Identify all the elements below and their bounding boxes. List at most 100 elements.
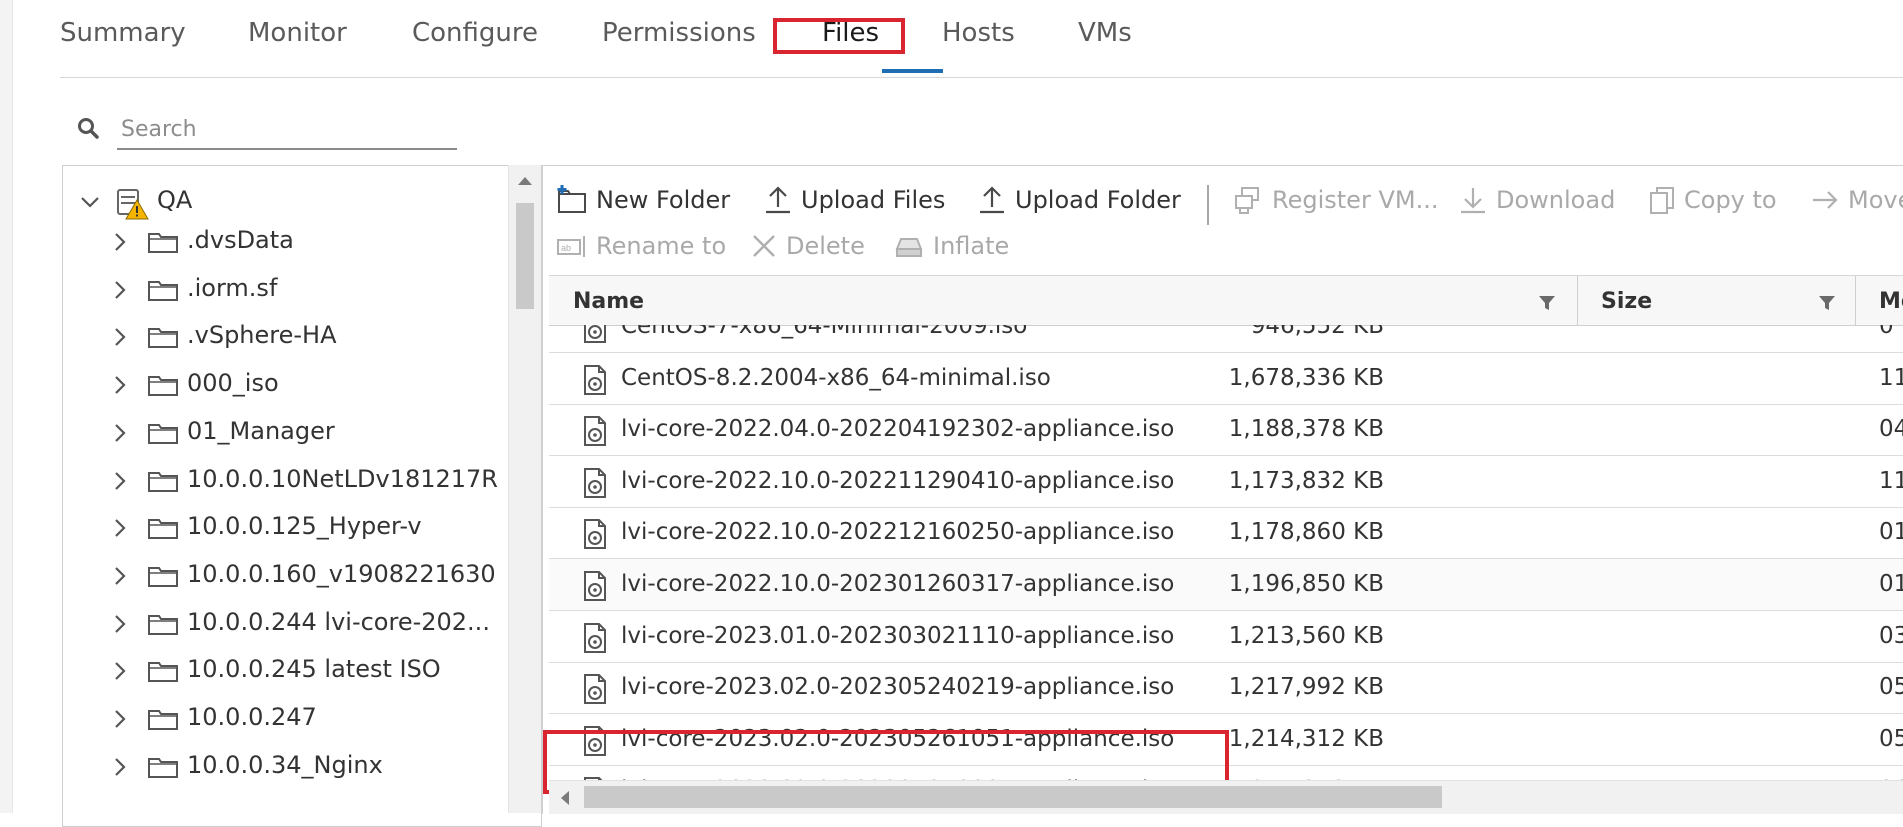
file-modified: 05 <box>1879 674 1903 700</box>
file-name: lvi-core-2022.10.0-202301260317-applianc… <box>621 571 1175 597</box>
tree-item-label: 10.0.0.244 lvi-core-202... <box>187 608 490 636</box>
column-header-size[interactable]: Size <box>1601 289 1652 314</box>
iso-file-icon <box>584 325 606 343</box>
chevron-right-icon[interactable] <box>109 470 131 492</box>
search-input[interactable] <box>117 110 457 150</box>
filter-icon[interactable] <box>1538 294 1556 312</box>
chevron-right-icon[interactable] <box>109 374 131 396</box>
tree-item[interactable]: 000_iso <box>63 365 503 405</box>
download-button[interactable]: Download <box>1458 185 1615 215</box>
chevron-right-icon[interactable] <box>109 756 131 778</box>
scroll-left-arrow-icon[interactable] <box>561 791 569 805</box>
column-header-modified[interactable]: Mo <box>1879 289 1903 314</box>
upload-files-button[interactable]: Upload Files <box>763 185 945 215</box>
upload-folder-button[interactable]: Upload Folder <box>977 185 1181 215</box>
new-folder-button[interactable]: New Folder <box>556 185 730 215</box>
register-vm-icon <box>1235 187 1259 214</box>
new-folder-icon <box>557 185 586 213</box>
file-name: lvi-core-2023.01.0-202303021110-applianc… <box>621 623 1175 649</box>
copy-to-button[interactable]: Copy to <box>1648 185 1777 215</box>
table-row[interactable]: CentOS-8.2.2004-x86_64-minimal.iso 1,678,… <box>549 353 1903 405</box>
file-size: 1,188,378 KB <box>1228 416 1384 442</box>
svg-text:ab: ab <box>561 243 571 253</box>
file-modified: 01 <box>1879 571 1903 597</box>
file-modified: 0 <box>1879 325 1894 339</box>
tree-item[interactable]: 10.0.0.125_Hyper-v <box>63 508 503 548</box>
copy-icon <box>1650 187 1674 214</box>
file-modified: 04 <box>1879 416 1903 442</box>
tree-item[interactable]: 10.0.0.160_v1908221630 <box>63 556 503 596</box>
column-header-name[interactable]: Name <box>573 289 644 314</box>
delete-button[interactable]: Delete <box>750 232 865 260</box>
chevron-right-icon[interactable] <box>109 660 131 682</box>
iso-file-icon <box>584 674 606 704</box>
chevron-right-icon[interactable] <box>109 517 131 539</box>
chevron-right-icon[interactable] <box>109 422 131 444</box>
tree-item[interactable]: 10.0.0.245 latest ISO <box>63 651 503 691</box>
folder-icon <box>148 567 178 587</box>
file-size: 1,196,850 KB <box>1228 571 1384 597</box>
file-modified: 11/ <box>1879 365 1903 391</box>
grid-scroll-thumb[interactable] <box>584 786 1442 808</box>
download-label: Download <box>1496 186 1616 214</box>
tab-monitor[interactable]: Monitor <box>248 18 347 48</box>
file-size: 946,552 KB <box>1250 325 1384 339</box>
tab-configure[interactable]: Configure <box>412 18 538 48</box>
inflate-button[interactable]: Inflate <box>893 232 1009 260</box>
tree-item[interactable]: .iorm.sf <box>63 270 503 310</box>
register-vm-label: Register VM... <box>1272 186 1439 214</box>
tab-vms[interactable]: VMs <box>1078 18 1132 48</box>
tree-scroll-thumb[interactable] <box>516 203 534 309</box>
tree-item[interactable]: 10.0.0.34_Nginx <box>63 747 503 787</box>
file-name: lvi-core-2022.04.0-202204192302-applianc… <box>621 416 1175 442</box>
chevron-right-icon[interactable] <box>109 565 131 587</box>
rename-to-button[interactable]: ab Rename to <box>556 232 726 260</box>
chevron-right-icon[interactable] <box>109 326 131 348</box>
table-row[interactable]: lvi-core-2023.01.0-202303021110-applianc… <box>549 611 1903 663</box>
register-vm-button[interactable]: Register VM... <box>1232 185 1438 215</box>
chevron-right-icon[interactable] <box>109 613 131 635</box>
delete-label: Delete <box>786 232 865 260</box>
tab-hosts[interactable]: Hosts <box>942 18 1015 48</box>
table-row[interactable]: lvi-core-2022.10.0-202212160250-applianc… <box>549 507 1903 559</box>
tree-item[interactable]: 10.0.0.10NetLDv181217R <box>63 461 503 501</box>
rename-icon: ab <box>557 236 585 257</box>
tree-item[interactable]: 01_Manager <box>63 413 503 453</box>
filter-icon[interactable] <box>1818 294 1836 312</box>
upload-icon <box>766 186 790 214</box>
column-divider[interactable] <box>1577 276 1578 325</box>
tree-root-qa[interactable]: QA <box>63 182 503 222</box>
chevron-right-icon[interactable] <box>109 279 131 301</box>
move-to-button[interactable]: Move to <box>1810 185 1903 215</box>
table-row[interactable]: lvi-core-2023.02.0-202305240219-applianc… <box>549 662 1903 714</box>
tree-item[interactable]: 10.0.0.247 <box>63 699 503 739</box>
tree-vertical-scrollbar[interactable] <box>508 165 541 813</box>
file-name: lvi-core-2022.10.0-202211290410-applianc… <box>621 468 1175 494</box>
tree-item-label: 10.0.0.10NetLDv181217R <box>187 465 498 493</box>
folder-icon <box>148 328 178 348</box>
table-row[interactable]: CentOS-7-x86_64-Minimal-2009.iso 946,552 … <box>549 325 1903 353</box>
tree-item[interactable]: .dvsData <box>63 222 503 262</box>
chevron-right-icon[interactable] <box>109 708 131 730</box>
tree-item[interactable]: 10.0.0.244 lvi-core-202... <box>63 604 503 644</box>
scroll-up-arrow-icon[interactable] <box>518 177 532 185</box>
chevron-down-icon[interactable] <box>79 191 101 213</box>
tab-permissions[interactable]: Permissions <box>602 18 756 48</box>
grid-horizontal-scrollbar[interactable] <box>549 780 1903 814</box>
iso-file-icon <box>584 468 606 498</box>
table-row[interactable]: lvi-core-2022.10.0-202301260317-applianc… <box>549 559 1903 611</box>
toolbar-separator <box>1207 185 1209 225</box>
file-modified: 05 <box>1879 726 1903 752</box>
tree-item[interactable]: .vSphere-HA <box>63 317 503 357</box>
iso-file-icon <box>584 519 606 549</box>
upload-icon <box>980 186 1004 214</box>
column-divider[interactable] <box>1855 276 1856 325</box>
files-tab-highlight-box <box>773 18 905 54</box>
tree-item-label: 10.0.0.160_v1908221630 <box>187 560 496 588</box>
chevron-right-icon[interactable] <box>109 231 131 253</box>
table-row[interactable]: lvi-core-2022.10.0-202211290410-applianc… <box>549 456 1903 508</box>
file-size: 1,678,336 KB <box>1228 365 1384 391</box>
table-row[interactable]: lvi-core-2022.04.0-202204192302-applianc… <box>549 404 1903 456</box>
files-grid-header: Name Size Mo <box>549 275 1903 326</box>
tab-summary[interactable]: Summary <box>60 18 186 48</box>
